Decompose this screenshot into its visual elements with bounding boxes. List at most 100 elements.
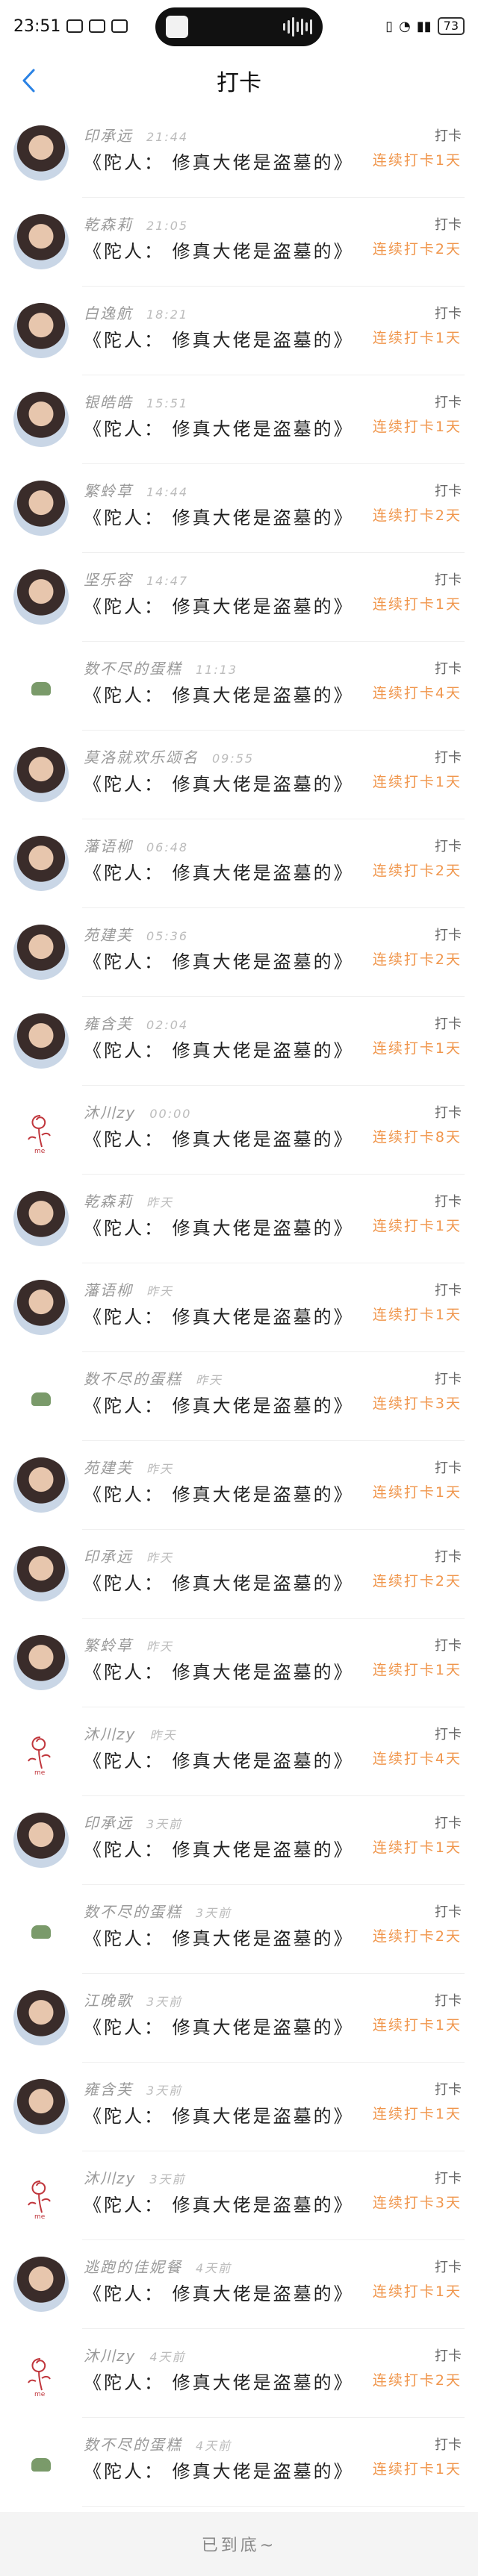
avatar[interactable] bbox=[13, 1546, 69, 1601]
avatar[interactable] bbox=[13, 747, 69, 802]
book-title[interactable]: 《陀人： 修真大佬是盗墓的》 bbox=[84, 148, 354, 174]
avatar[interactable] bbox=[13, 1635, 69, 1690]
book-title[interactable]: 《陀人： 修真大佬是盗墓的》 bbox=[84, 1480, 354, 1506]
book-title[interactable]: 《陀人： 修真大佬是盗墓的》 bbox=[84, 2368, 354, 2394]
book-title[interactable]: 《陀人： 修真大佬是盗墓的》 bbox=[84, 2101, 354, 2128]
avatar[interactable] bbox=[13, 1901, 69, 1957]
list-item[interactable]: 繁蛉草 14:44 《陀人： 修真大佬是盗墓的》 打卡 连续打卡2天 bbox=[0, 464, 478, 553]
user-name[interactable]: 数不尽的蛋糕 bbox=[84, 1903, 182, 1921]
book-title[interactable]: 《陀人： 修真大佬是盗墓的》 bbox=[84, 769, 354, 795]
avatar[interactable] bbox=[13, 1280, 69, 1335]
user-name[interactable]: 乾森莉 bbox=[84, 216, 133, 234]
list-item[interactable]: 乾森莉 昨天 《陀人： 修真大佬是盗墓的》 打卡 连续打卡1天 bbox=[0, 1175, 478, 1263]
book-title[interactable]: 《陀人： 修真大佬是盗墓的》 bbox=[84, 237, 354, 263]
book-title[interactable]: 《陀人： 修真大佬是盗墓的》 bbox=[84, 503, 354, 529]
avatar[interactable] bbox=[13, 836, 69, 891]
list-item[interactable]: 数不尽的蛋糕 4天前 《陀人： 修真大佬是盗墓的》 打卡 连续打卡1天 bbox=[0, 2418, 478, 2507]
avatar[interactable]: me bbox=[13, 1724, 69, 1779]
avatar[interactable] bbox=[13, 2257, 69, 2312]
user-name[interactable]: 苑建芙 bbox=[84, 926, 133, 944]
user-name[interactable]: 藩语柳 bbox=[84, 1281, 133, 1299]
list-item[interactable]: 印承远 昨天 《陀人： 修真大佬是盗墓的》 打卡 连续打卡2天 bbox=[0, 1530, 478, 1619]
user-name[interactable]: 沐川zy bbox=[84, 1725, 136, 1743]
user-name[interactable]: 印承远 bbox=[84, 127, 133, 145]
user-name[interactable]: 雍含芙 bbox=[84, 2081, 133, 2098]
list-item[interactable]: 莫洛就欢乐颂名 09:55 《陀人： 修真大佬是盗墓的》 打卡 连续打卡1天 bbox=[0, 731, 478, 819]
list-item[interactable]: 苑建芙 05:36 《陀人： 修真大佬是盗墓的》 打卡 连续打卡2天 bbox=[0, 908, 478, 997]
avatar[interactable] bbox=[13, 1813, 69, 1868]
user-name[interactable]: 白逸航 bbox=[84, 304, 133, 322]
avatar[interactable]: me bbox=[13, 2168, 69, 2223]
user-name[interactable]: 苑建芙 bbox=[84, 1459, 133, 1477]
list-item[interactable]: 雍含芙 02:04 《陀人： 修真大佬是盗墓的》 打卡 连续打卡1天 bbox=[0, 997, 478, 1086]
book-title[interactable]: 《陀人： 修真大佬是盗墓的》 bbox=[84, 947, 354, 973]
list-item[interactable]: me 沐川zy 昨天 《陀人： 修真大佬是盗墓的》 打卡 连续打卡4天 bbox=[0, 1707, 478, 1796]
list-item[interactable]: 坚乐容 14:47 《陀人： 修真大佬是盗墓的》 打卡 连续打卡1天 bbox=[0, 553, 478, 642]
avatar[interactable]: me bbox=[13, 1102, 69, 1157]
user-name[interactable]: 银皓皓 bbox=[84, 393, 133, 411]
book-title[interactable]: 《陀人： 修真大佬是盗墓的》 bbox=[84, 414, 354, 440]
user-name[interactable]: 数不尽的蛋糕 bbox=[84, 660, 182, 678]
avatar[interactable] bbox=[13, 125, 69, 181]
book-title[interactable]: 《陀人： 修真大佬是盗墓的》 bbox=[84, 2279, 354, 2305]
avatar[interactable] bbox=[13, 2434, 69, 2489]
avatar[interactable] bbox=[13, 303, 69, 358]
book-title[interactable]: 《陀人： 修真大佬是盗墓的》 bbox=[84, 2457, 354, 2483]
list-item[interactable]: 印承远 21:44 《陀人： 修真大佬是盗墓的》 打卡 连续打卡1天 bbox=[0, 109, 478, 198]
avatar[interactable]: me bbox=[13, 2345, 69, 2401]
list-item[interactable]: 数不尽的蛋糕 3天前 《陀人： 修真大佬是盗墓的》 打卡 连续打卡2天 bbox=[0, 1885, 478, 1974]
user-name[interactable]: 乾森莉 bbox=[84, 1192, 133, 1210]
book-title[interactable]: 《陀人： 修真大佬是盗墓的》 bbox=[84, 325, 354, 351]
user-name[interactable]: 印承远 bbox=[84, 1814, 133, 1832]
user-name[interactable]: 藩语柳 bbox=[84, 837, 133, 855]
book-title[interactable]: 《陀人： 修真大佬是盗墓的》 bbox=[84, 2190, 354, 2216]
list-item[interactable]: me 沐川zy 00:00 《陀人： 修真大佬是盗墓的》 打卡 连续打卡8天 bbox=[0, 1086, 478, 1175]
list-item[interactable]: me 沐川zy 4天前 《陀人： 修真大佬是盗墓的》 打卡 连续打卡2天 bbox=[0, 2329, 478, 2418]
user-name[interactable]: 雍含芙 bbox=[84, 1015, 133, 1033]
avatar[interactable] bbox=[13, 392, 69, 447]
user-name[interactable]: 沐川zy bbox=[84, 2169, 136, 2187]
avatar[interactable] bbox=[13, 1457, 69, 1513]
book-title[interactable]: 《陀人： 修真大佬是盗墓的》 bbox=[84, 592, 354, 618]
list-item[interactable]: 银皓皓 15:51 《陀人： 修真大佬是盗墓的》 打卡 连续打卡1天 bbox=[0, 375, 478, 464]
book-title[interactable]: 《陀人： 修真大佬是盗墓的》 bbox=[84, 1924, 354, 1950]
book-title[interactable]: 《陀人： 修真大佬是盗墓的》 bbox=[84, 1835, 354, 1861]
book-title[interactable]: 《陀人： 修真大佬是盗墓的》 bbox=[84, 1302, 354, 1328]
book-title[interactable]: 《陀人： 修真大佬是盗墓的》 bbox=[84, 2013, 354, 2039]
user-name[interactable]: 数不尽的蛋糕 bbox=[84, 1370, 182, 1388]
avatar[interactable] bbox=[13, 1369, 69, 1424]
avatar[interactable] bbox=[13, 1990, 69, 2045]
book-title[interactable]: 《陀人： 修真大佬是盗墓的》 bbox=[84, 1746, 354, 1772]
user-name[interactable]: 印承远 bbox=[84, 1548, 133, 1566]
avatar[interactable] bbox=[13, 214, 69, 269]
list-item[interactable]: 江晚歌 3天前 《陀人： 修真大佬是盗墓的》 打卡 连续打卡1天 bbox=[0, 1974, 478, 2063]
avatar[interactable] bbox=[13, 925, 69, 980]
list-item[interactable]: 逃跑的佳妮餐 4天前 《陀人： 修真大佬是盗墓的》 打卡 连续打卡1天 bbox=[0, 2240, 478, 2329]
user-name[interactable]: 沐川zy bbox=[84, 1104, 136, 1122]
avatar[interactable] bbox=[13, 569, 69, 625]
user-name[interactable]: 沐川zy bbox=[84, 2347, 136, 2365]
book-title[interactable]: 《陀人： 修真大佬是盗墓的》 bbox=[84, 858, 354, 884]
list-item[interactable]: 乾森莉 21:05 《陀人： 修真大佬是盗墓的》 打卡 连续打卡2天 bbox=[0, 198, 478, 287]
list-item[interactable]: 苑建芙 昨天 《陀人： 修真大佬是盗墓的》 打卡 连续打卡1天 bbox=[0, 1441, 478, 1530]
user-name[interactable]: 逃跑的佳妮餐 bbox=[84, 2258, 182, 2276]
back-button[interactable] bbox=[13, 66, 43, 96]
user-name[interactable]: 繁蛉草 bbox=[84, 482, 133, 500]
book-title[interactable]: 《陀人： 修真大佬是盗墓的》 bbox=[84, 1657, 354, 1684]
list-item[interactable]: me 沐川zy 3天前 《陀人： 修真大佬是盗墓的》 打卡 连续打卡3天 bbox=[0, 2151, 478, 2240]
list-item[interactable]: 雍含芙 3天前 《陀人： 修真大佬是盗墓的》 打卡 连续打卡1天 bbox=[0, 2063, 478, 2151]
list-item[interactable]: 白逸航 18:21 《陀人： 修真大佬是盗墓的》 打卡 连续打卡1天 bbox=[0, 287, 478, 375]
book-title[interactable]: 《陀人： 修真大佬是盗墓的》 bbox=[84, 1125, 354, 1151]
user-name[interactable]: 繁蛉草 bbox=[84, 1636, 133, 1654]
list-item[interactable]: 藩语柳 昨天 《陀人： 修真大佬是盗墓的》 打卡 连续打卡1天 bbox=[0, 1263, 478, 1352]
book-title[interactable]: 《陀人： 修真大佬是盗墓的》 bbox=[84, 681, 354, 707]
avatar[interactable] bbox=[13, 2079, 69, 2134]
user-name[interactable]: 数不尽的蛋糕 bbox=[84, 2436, 182, 2454]
avatar[interactable] bbox=[13, 1191, 69, 1246]
book-title[interactable]: 《陀人： 修真大佬是盗墓的》 bbox=[84, 1213, 354, 1239]
list-item[interactable]: 藩语柳 06:48 《陀人： 修真大佬是盗墓的》 打卡 连续打卡2天 bbox=[0, 819, 478, 908]
list-item[interactable]: 繁蛉草 昨天 《陀人： 修真大佬是盗墓的》 打卡 连续打卡1天 bbox=[0, 1619, 478, 1707]
book-title[interactable]: 《陀人： 修真大佬是盗墓的》 bbox=[84, 1391, 354, 1417]
book-title[interactable]: 《陀人： 修真大佬是盗墓的》 bbox=[84, 1569, 354, 1595]
avatar[interactable] bbox=[13, 1013, 69, 1069]
